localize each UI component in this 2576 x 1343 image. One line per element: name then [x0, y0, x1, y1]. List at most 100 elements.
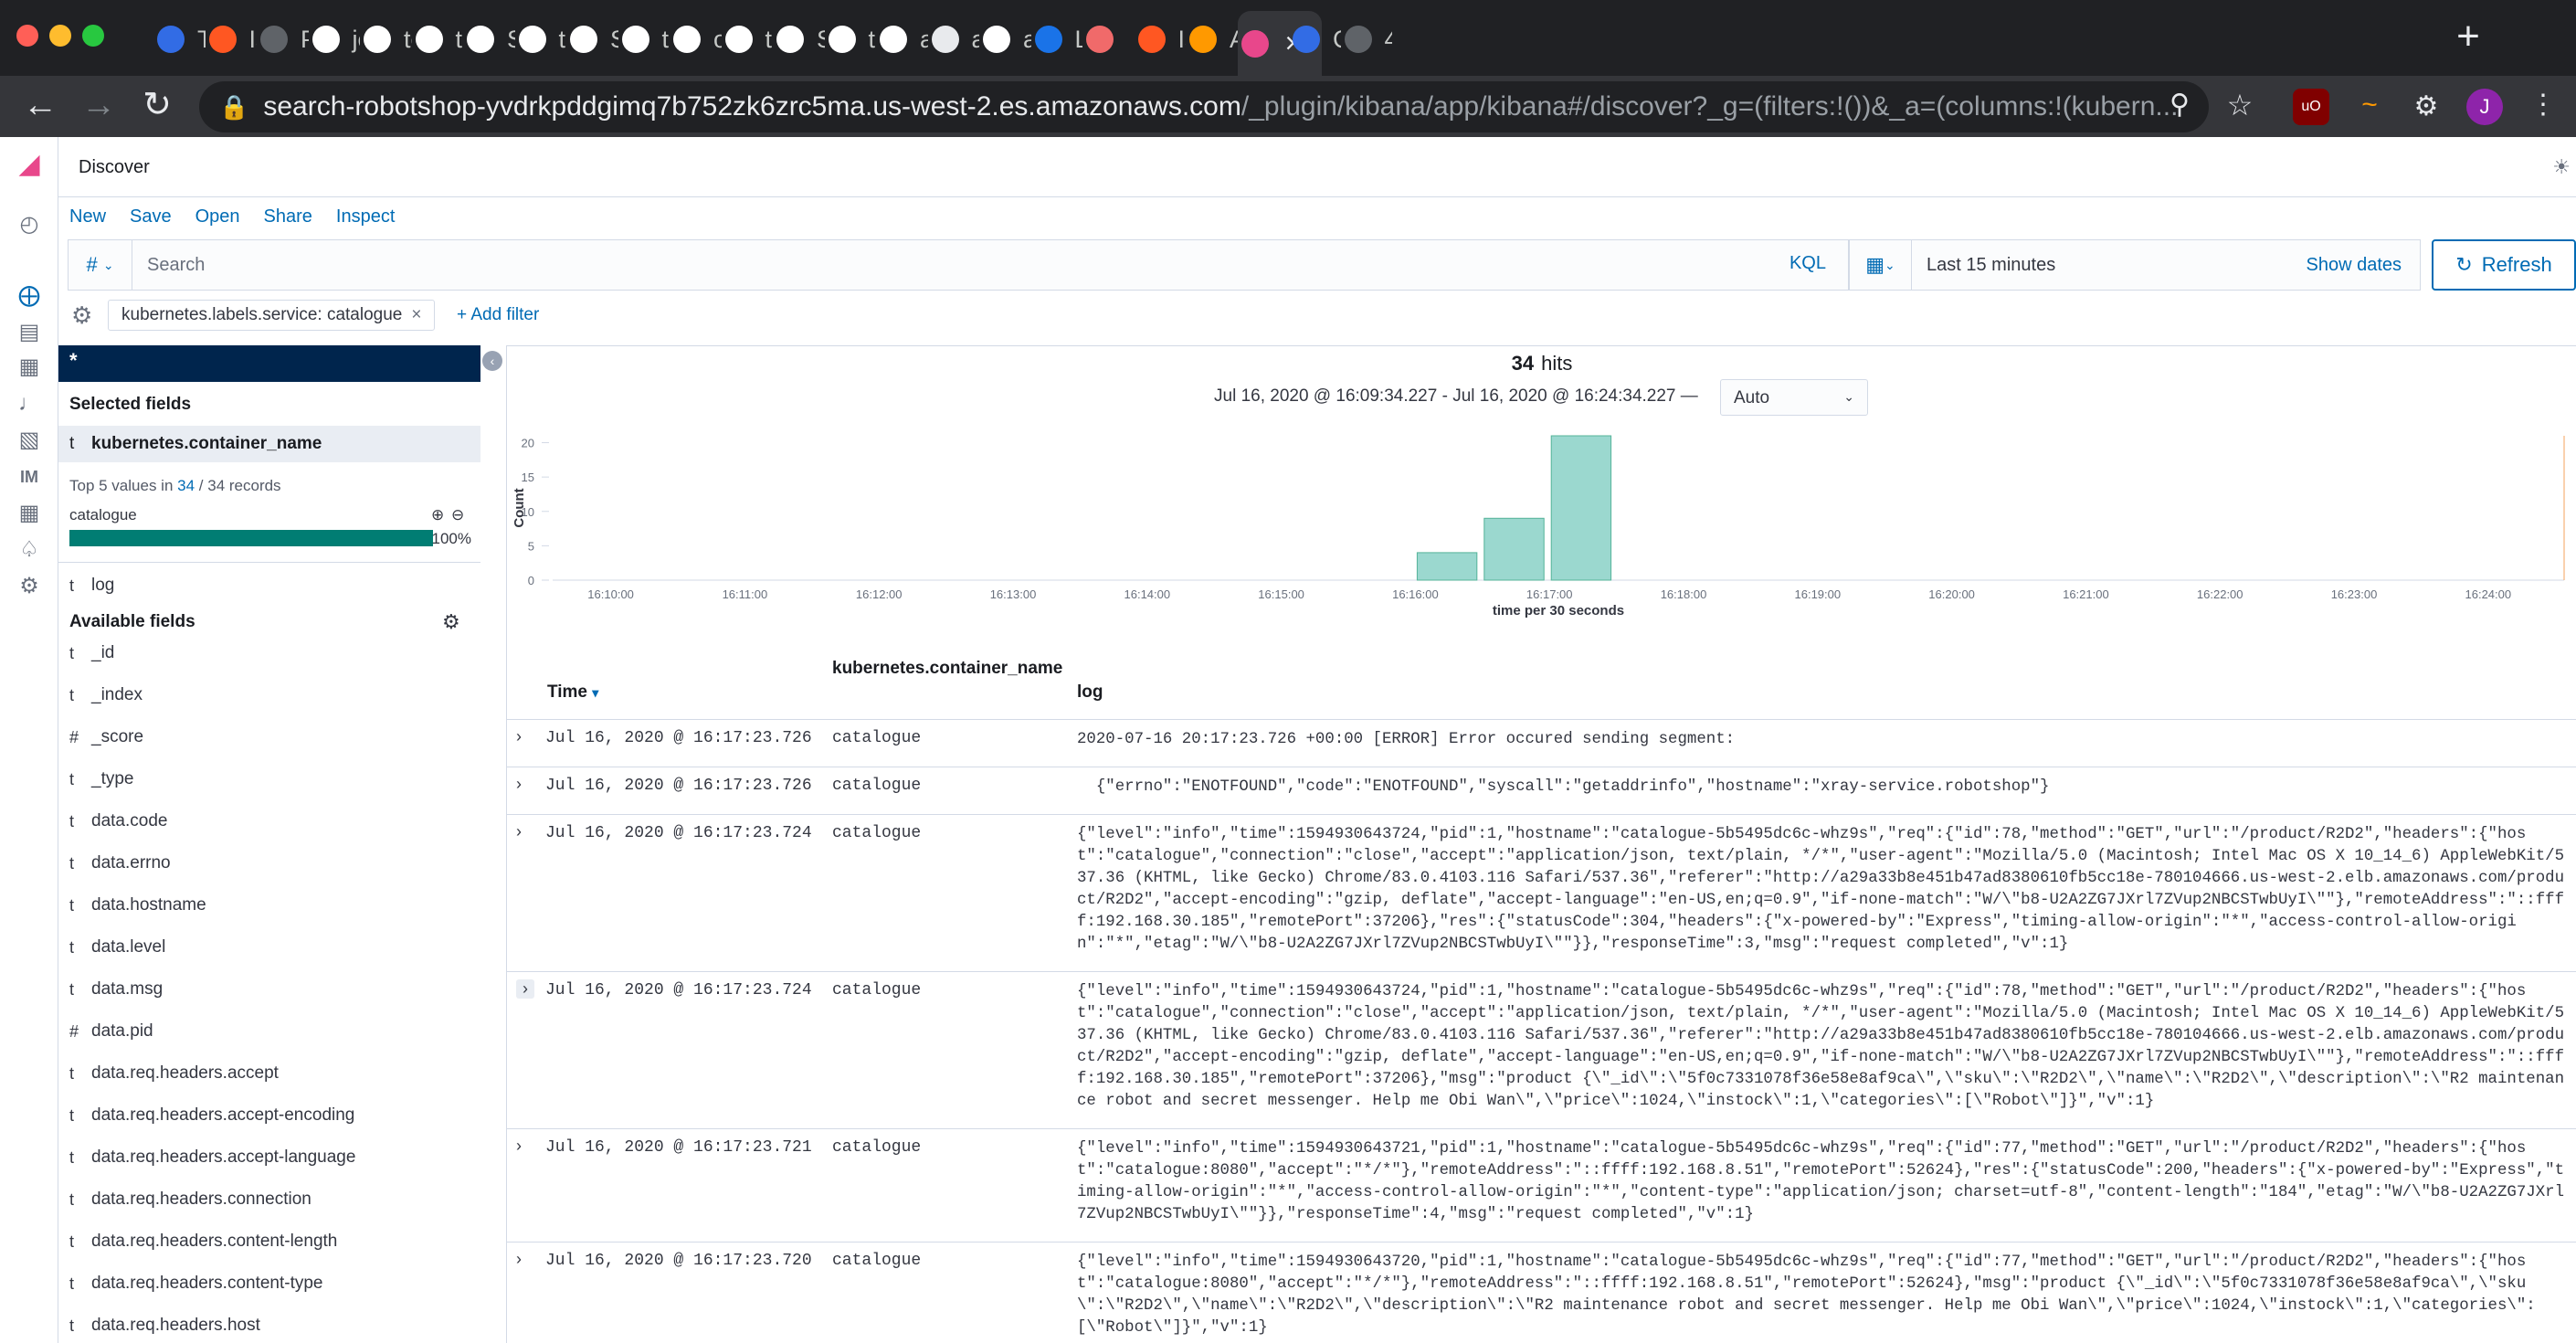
- interval-select[interactable]: Auto ⌄: [1720, 379, 1868, 416]
- expand-row-chevron-icon[interactable]: ›: [516, 1250, 534, 1269]
- inspect-button[interactable]: Inspect: [336, 206, 395, 227]
- browser-tab[interactable]: an: [876, 13, 928, 66]
- browser-tab[interactable]: ou: [670, 13, 722, 66]
- available-field-row[interactable]: t _id: [69, 640, 471, 667]
- time-range-label[interactable]: Last 15 minutes: [1927, 255, 2055, 276]
- available-field-row[interactable]: t data.req.headers.connection: [69, 1186, 471, 1213]
- table-row[interactable]: › Jul 16, 2020 @ 16:17:23.726 catalogue 202…: [507, 719, 2576, 767]
- browser-tab[interactable]: jo: [309, 13, 360, 66]
- filter-out-value-icon[interactable]: ⊖: [451, 506, 464, 524]
- monitoring-icon[interactable]: ♤: [16, 537, 42, 563]
- filter-pill[interactable]: kubernetes.labels.service: catalogue ×: [108, 300, 436, 331]
- discover-compass-icon[interactable]: ⨁: [16, 283, 42, 309]
- collapse-sidebar-button[interactable]: ‹: [482, 351, 502, 371]
- column-header-log[interactable]: log: [1077, 682, 1103, 703]
- browser-tab[interactable]: Tr: [153, 13, 206, 66]
- field-settings-gear-icon[interactable]: ⚙: [442, 610, 460, 634]
- available-field-row[interactable]: t data.msg: [69, 976, 471, 1003]
- bookmark-star-icon[interactable]: ☆: [2220, 85, 2260, 125]
- recent-icon[interactable]: ◴: [16, 212, 42, 238]
- index-pattern-selector[interactable]: *: [58, 345, 480, 382]
- refresh-button[interactable]: ↻ Refresh: [2432, 239, 2576, 291]
- table-row[interactable]: › Jul 16, 2020 @ 16:17:23.721 catalogue {"l…: [507, 1128, 2576, 1242]
- available-field-row[interactable]: t data.level: [69, 934, 471, 961]
- share-button[interactable]: Share: [264, 206, 312, 227]
- histogram-bar[interactable]: [1416, 552, 1478, 581]
- kql-toggle[interactable]: KQL: [1789, 253, 1826, 274]
- filter-for-value-icon[interactable]: ⊕: [431, 506, 444, 524]
- calendar-icon[interactable]: ▦ ⌄: [1850, 240, 1912, 290]
- reload-button[interactable]: ↻: [137, 85, 177, 125]
- browser-tab[interactable]: av: [979, 13, 1031, 66]
- browser-tab[interactable]: te: [618, 13, 670, 66]
- available-field-row[interactable]: t data.req.headers.accept-language: [69, 1144, 471, 1171]
- available-field-row[interactable]: # _score: [69, 724, 471, 751]
- show-dates-button[interactable]: Show dates: [2306, 255, 2402, 276]
- histogram-bar[interactable]: [1550, 435, 1612, 581]
- dashboard-icon[interactable]: ▦: [16, 354, 42, 380]
- anomaly-icon[interactable]: ▧: [16, 428, 42, 453]
- address-bar[interactable]: 🔒 search-robotshop-yvdrkpddgimq7b752zk6z…: [199, 81, 2209, 132]
- sort-arrow-icon[interactable]: ▾: [592, 685, 598, 700]
- browser-tab[interactable]: Ist: [206, 13, 257, 66]
- table-row[interactable]: › Jul 16, 2020 @ 16:17:23.724 catalogue {"l…: [507, 971, 2576, 1128]
- open-button[interactable]: Open: [195, 206, 240, 227]
- available-field-row[interactable]: t data.req.headers.content-type: [69, 1270, 471, 1297]
- forward-button[interactable]: →: [79, 85, 119, 125]
- new-tab-button[interactable]: +: [2448, 15, 2488, 58]
- selected-field-row[interactable]: t log: [69, 572, 471, 599]
- expand-row-chevron-icon[interactable]: ›: [516, 979, 534, 999]
- available-field-row[interactable]: t data.hostname: [69, 892, 471, 919]
- management-gear-icon[interactable]: ⚙: [16, 574, 42, 599]
- table-row[interactable]: › Jul 16, 2020 @ 16:17:23.726 catalogue {"…: [507, 767, 2576, 814]
- profile-avatar[interactable]: J: [2466, 89, 2503, 125]
- ublock-extension-icon[interactable]: uO: [2293, 89, 2329, 125]
- browser-tab[interactable]: 40: [1341, 13, 1392, 66]
- browser-tab[interactable]: Se: [463, 13, 515, 66]
- amazon-extension-icon[interactable]: ~: [2351, 89, 2388, 125]
- new-button[interactable]: New: [69, 206, 106, 227]
- alerting-bell-icon[interactable]: ♩: [16, 391, 42, 417]
- browser-tab[interactable]: te: [360, 13, 412, 66]
- expand-row-chevron-icon[interactable]: ›: [516, 1137, 534, 1156]
- maximize-window-button[interactable]: [82, 25, 104, 47]
- available-field-row[interactable]: t data.code: [69, 808, 471, 835]
- filter-settings-gear-icon[interactable]: ⚙: [71, 301, 92, 330]
- selected-field-row[interactable]: t kubernetes.container_name: [58, 426, 480, 462]
- browser-tab[interactable]: Ist: [1135, 13, 1186, 66]
- available-field-row[interactable]: t data.req.headers.accept: [69, 1060, 471, 1087]
- browser-tab[interactable]: te: [722, 13, 773, 66]
- histogram-chart[interactable]: 0510152016:10:00 16:11:00 16:12:00 16:13:00…: [507, 428, 2576, 639]
- back-button[interactable]: ←: [20, 85, 60, 125]
- browser-tab[interactable]: te: [515, 13, 566, 66]
- close-window-button[interactable]: [16, 25, 38, 47]
- records-link[interactable]: 34: [177, 477, 195, 494]
- help-icon[interactable]: ☀: [2552, 155, 2571, 179]
- available-field-row[interactable]: t data.errno: [69, 850, 471, 877]
- browser-tab[interactable]: Se: [773, 13, 825, 66]
- visualize-icon[interactable]: ▤: [16, 320, 42, 345]
- browser-tab[interactable]: Se: [566, 13, 618, 66]
- browser-tab[interactable]: [1082, 13, 1135, 66]
- close-icon[interactable]: ×: [411, 305, 421, 325]
- expand-row-chevron-icon[interactable]: ›: [516, 775, 534, 794]
- histogram-bar[interactable]: [1483, 517, 1545, 581]
- minimize-window-button[interactable]: [49, 25, 71, 47]
- extensions-puzzle-icon[interactable]: ⚙: [2408, 89, 2444, 125]
- query-language-button[interactable]: # ⌄: [69, 240, 132, 290]
- add-filter-button[interactable]: + Add filter: [457, 305, 539, 325]
- available-field-row[interactable]: t data.req.headers.content-length: [69, 1228, 471, 1255]
- save-button[interactable]: Save: [130, 206, 172, 227]
- dev-tools-icon[interactable]: ▦: [16, 501, 42, 526]
- chrome-menu-icon[interactable]: ⋮: [2523, 85, 2563, 125]
- available-field-row[interactable]: t _type: [69, 766, 471, 793]
- browser-tab[interactable]: Ar: [1186, 13, 1238, 66]
- search-input[interactable]: [147, 251, 1700, 279]
- column-header-time[interactable]: Time ▾: [547, 682, 598, 703]
- table-row[interactable]: › Jul 16, 2020 @ 16:17:23.720 catalogue {"l…: [507, 1242, 2576, 1343]
- available-field-row[interactable]: t _index: [69, 682, 471, 709]
- column-header-container[interactable]: kubernetes.container_name: [832, 659, 1062, 679]
- zoom-icon[interactable]: ⚲: [2159, 85, 2200, 125]
- table-row[interactable]: › Jul 16, 2020 @ 16:17:23.724 catalogue {"l…: [507, 814, 2576, 971]
- browser-tab[interactable]: Co: [1289, 13, 1341, 66]
